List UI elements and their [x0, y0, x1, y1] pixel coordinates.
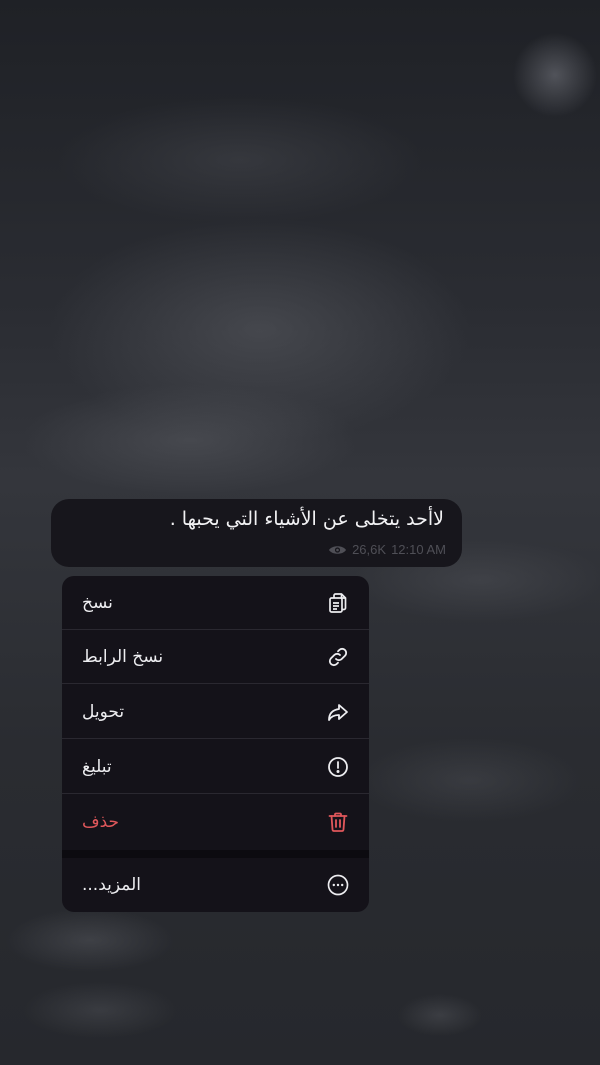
link-icon: [326, 645, 350, 669]
trash-icon: [326, 810, 350, 834]
forward-icon: [326, 700, 350, 724]
menu-item-copy[interactable]: نسخ: [62, 576, 369, 630]
context-menu: نسخ نسخ الرابط تحويل تبليغ حذف المزيد...: [62, 576, 369, 912]
copy-icon: [326, 591, 350, 615]
message-text: لاأحد يتخلى عن الأشياء التي يحبها .: [169, 508, 444, 530]
menu-item-report[interactable]: تبليغ: [62, 740, 369, 794]
menu-item-label: تبليغ: [82, 756, 112, 777]
menu-item-forward[interactable]: تحويل: [62, 685, 369, 739]
message-bubble[interactable]: لاأحد يتخلى عن الأشياء التي يحبها . 26,6…: [51, 499, 462, 567]
view-count: 26,6K: [352, 542, 387, 557]
message-time: 12:10 AM: [391, 542, 446, 557]
menu-item-copy-link[interactable]: نسخ الرابط: [62, 630, 369, 684]
eye-icon: [328, 544, 347, 556]
menu-item-label: حذف: [82, 812, 120, 832]
menu-item-label: المزيد...: [82, 875, 141, 895]
menu-item-label: تحويل: [82, 701, 125, 722]
menu-item-more[interactable]: المزيد...: [62, 858, 369, 912]
message-meta: 26,6K 12:10 AM: [328, 542, 446, 557]
report-icon: [326, 755, 350, 779]
menu-item-delete[interactable]: حذف: [62, 795, 369, 849]
menu-item-label: نسخ: [82, 592, 113, 613]
menu-section-divider: [62, 850, 369, 858]
menu-item-label: نسخ الرابط: [82, 646, 164, 667]
more-icon: [326, 873, 350, 897]
